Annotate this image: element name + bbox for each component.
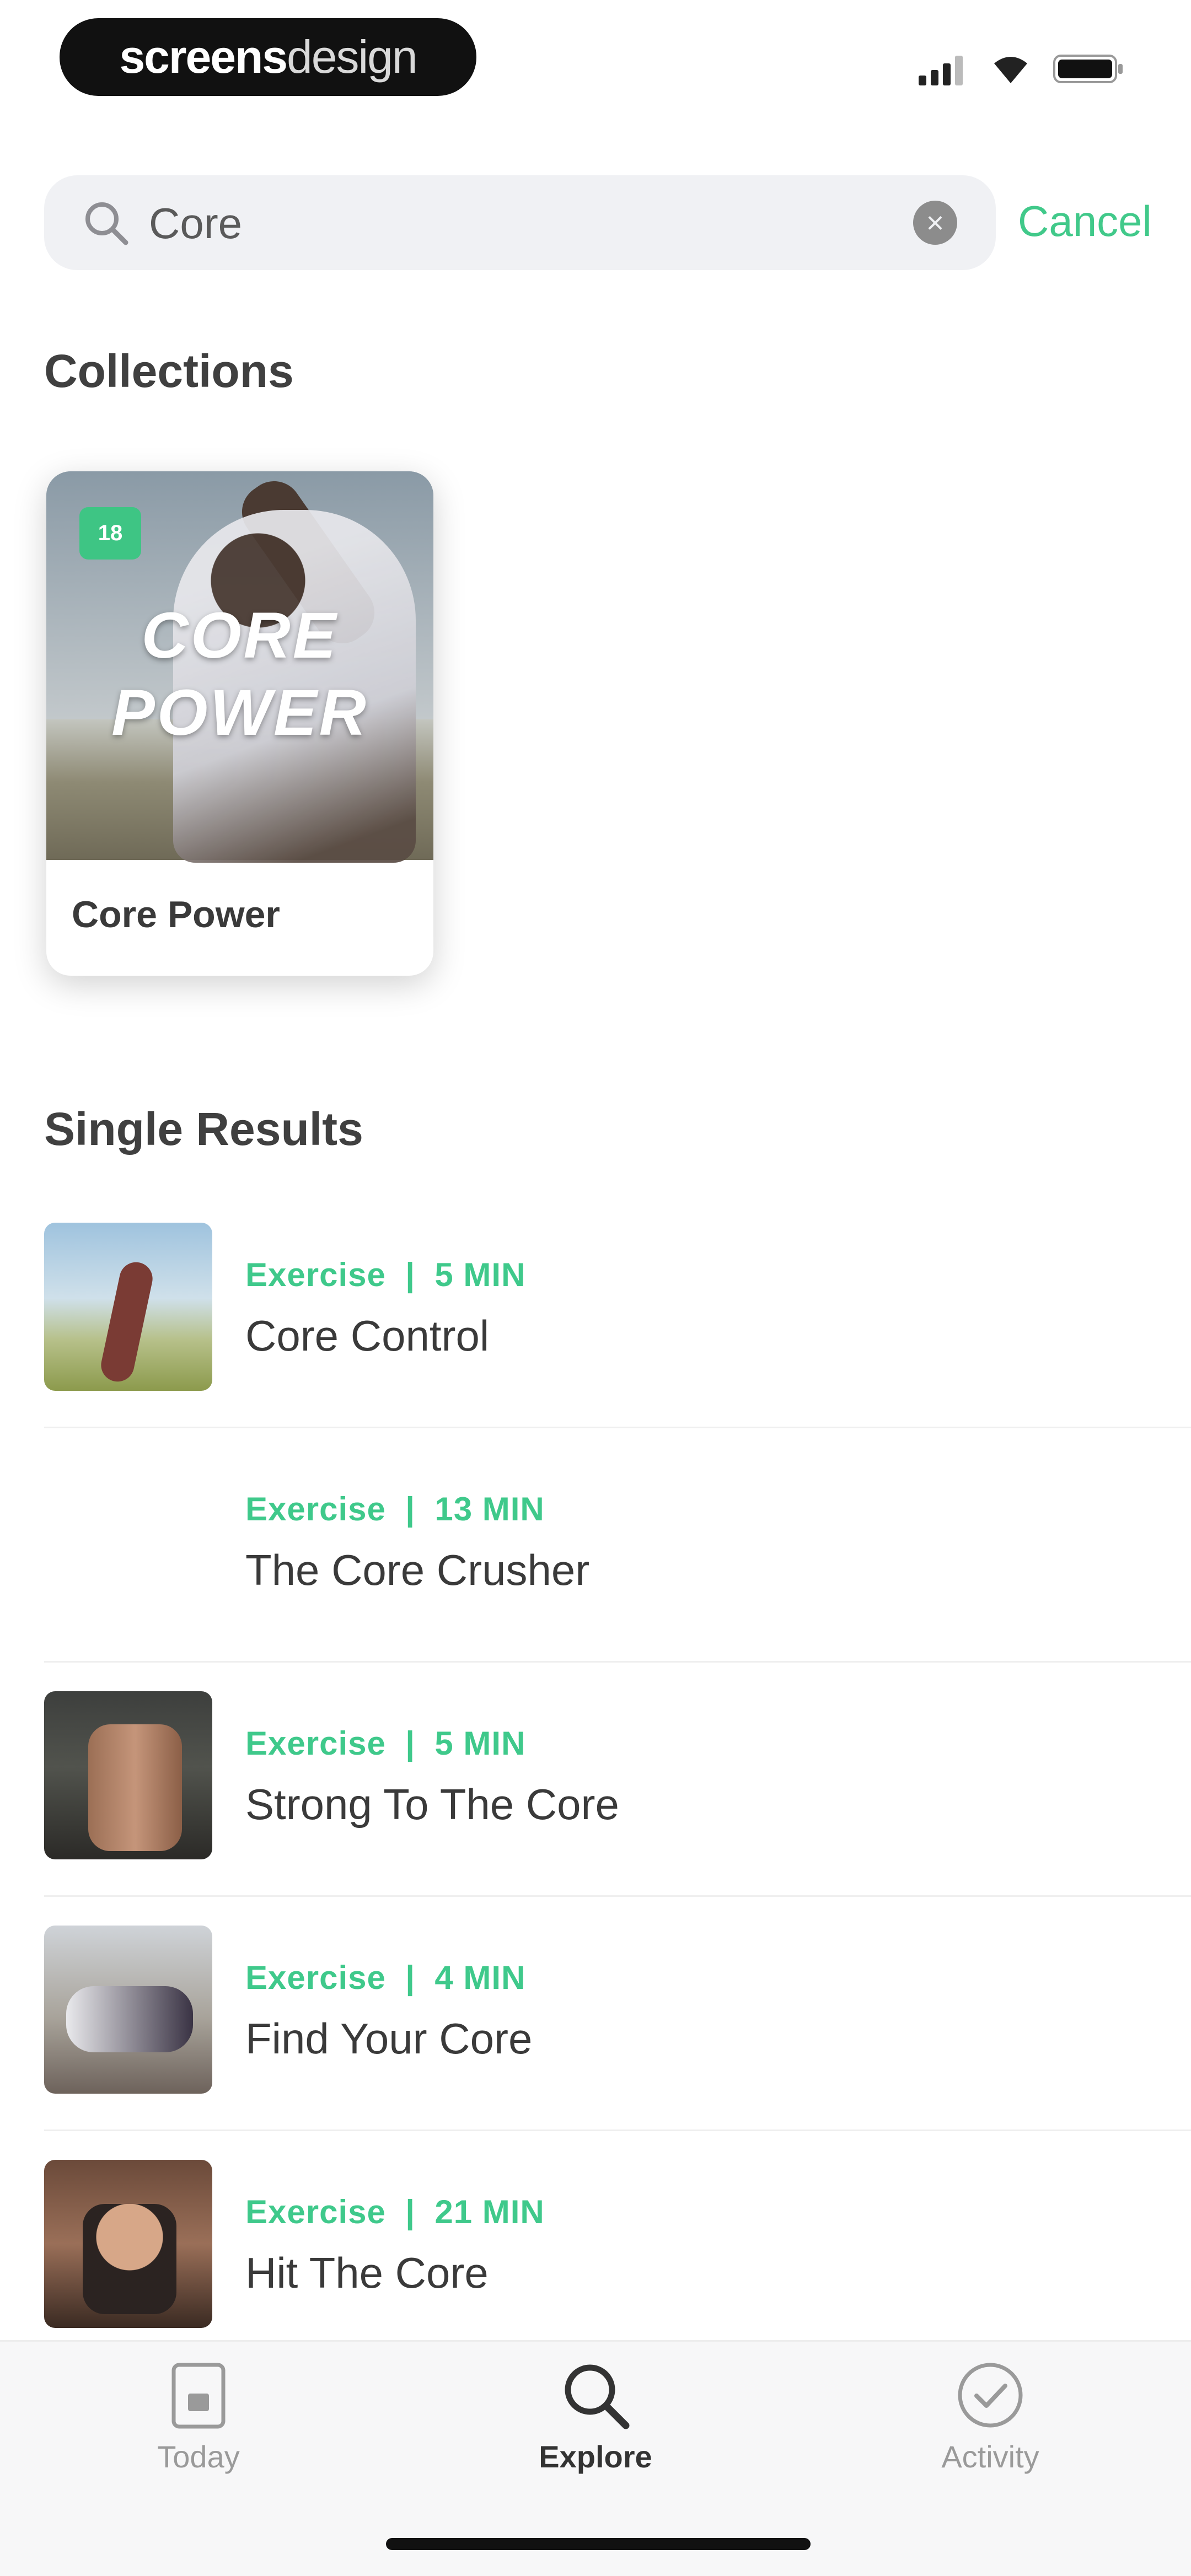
list-item[interactable]: Exercise | 13 MIN The Core Crusher	[0, 1440, 1191, 1675]
list-item[interactable]: Exercise | 5 MIN Strong To The Core	[0, 1675, 1191, 1909]
result-title: Hit The Core	[245, 2249, 489, 2297]
single-results-title: Single Results	[44, 1103, 363, 1155]
result-type: Exercise	[245, 2193, 386, 2230]
result-thumbnail	[44, 1223, 212, 1391]
result-title: The Core Crusher	[245, 1546, 590, 1594]
result-meta: Exercise | 13 MIN	[245, 1490, 545, 1528]
result-title: Core Control	[245, 1311, 490, 1360]
result-meta: Exercise | 5 MIN	[245, 1724, 525, 1762]
divider	[44, 1427, 1191, 1428]
calendar-icon	[171, 2363, 226, 2429]
search-input[interactable]	[149, 182, 866, 265]
tab-label: Explore	[539, 2439, 652, 2474]
search-icon	[565, 2364, 630, 2429]
brand-logo-bold: screens	[119, 31, 288, 83]
meta-separator: |	[405, 1959, 416, 1996]
brand-logo: screens design	[60, 18, 476, 96]
result-duration: 4 MIN	[434, 1959, 526, 1996]
result-duration: 13 MIN	[434, 1491, 545, 1528]
result-duration: 5 MIN	[434, 1256, 526, 1293]
meta-separator: |	[405, 1491, 416, 1528]
result-type: Exercise	[245, 1959, 386, 1996]
battery-icon	[1053, 55, 1123, 83]
status-icons	[919, 44, 1125, 94]
search-icon	[85, 202, 128, 245]
collection-label: Core Power	[72, 894, 280, 935]
brand-logo-thin: design	[287, 31, 418, 83]
result-meta: Exercise | 4 MIN	[245, 1959, 525, 1997]
wifi-icon	[994, 57, 1027, 83]
result-duration: 21 MIN	[434, 2193, 545, 2230]
meta-separator: |	[405, 1256, 416, 1293]
list-item[interactable]: Exercise | 5 MIN Core Control	[0, 1206, 1191, 1440]
check-circle-icon	[958, 2363, 1023, 2428]
divider	[44, 2129, 1191, 2131]
tab-today[interactable]: Today	[88, 2359, 309, 2475]
result-thumbnail	[44, 1926, 212, 2094]
collection-count-badge: 18	[79, 507, 141, 560]
meta-separator: |	[405, 1725, 416, 1762]
tab-explore[interactable]: Explore	[485, 2359, 706, 2475]
tab-activity[interactable]: Activity	[880, 2359, 1101, 2475]
result-thumbnail	[44, 1691, 212, 1859]
result-meta: Exercise | 21 MIN	[245, 2193, 545, 2231]
result-title: Strong To The Core	[245, 1780, 619, 1829]
signal-icon	[919, 56, 963, 85]
result-thumbnail	[44, 2160, 212, 2328]
result-title: Find Your Core	[245, 2014, 533, 2063]
list-item[interactable]: Exercise | 4 MIN Find Your Core	[0, 1909, 1191, 2143]
result-meta: Exercise | 5 MIN	[245, 1256, 525, 1294]
divider	[44, 1895, 1191, 1897]
clear-search-icon[interactable]: ×	[913, 201, 957, 245]
result-type: Exercise	[245, 1491, 386, 1528]
result-duration: 5 MIN	[434, 1725, 526, 1762]
tab-label: Activity	[941, 2439, 1039, 2474]
result-type: Exercise	[245, 1256, 386, 1293]
home-indicator[interactable]	[386, 2538, 811, 2550]
cancel-button[interactable]: Cancel	[1018, 196, 1152, 246]
meta-separator: |	[405, 2193, 416, 2230]
collection-cover-text-line1: CORE	[141, 599, 339, 672]
divider	[44, 1661, 1191, 1663]
result-type: Exercise	[245, 1725, 386, 1762]
collection-card[interactable]: 18 CORE POWER Core Power	[46, 471, 433, 976]
collection-cover-text-line2: POWER	[111, 676, 368, 749]
tab-label: Today	[157, 2439, 240, 2474]
collections-title: Collections	[44, 345, 294, 397]
